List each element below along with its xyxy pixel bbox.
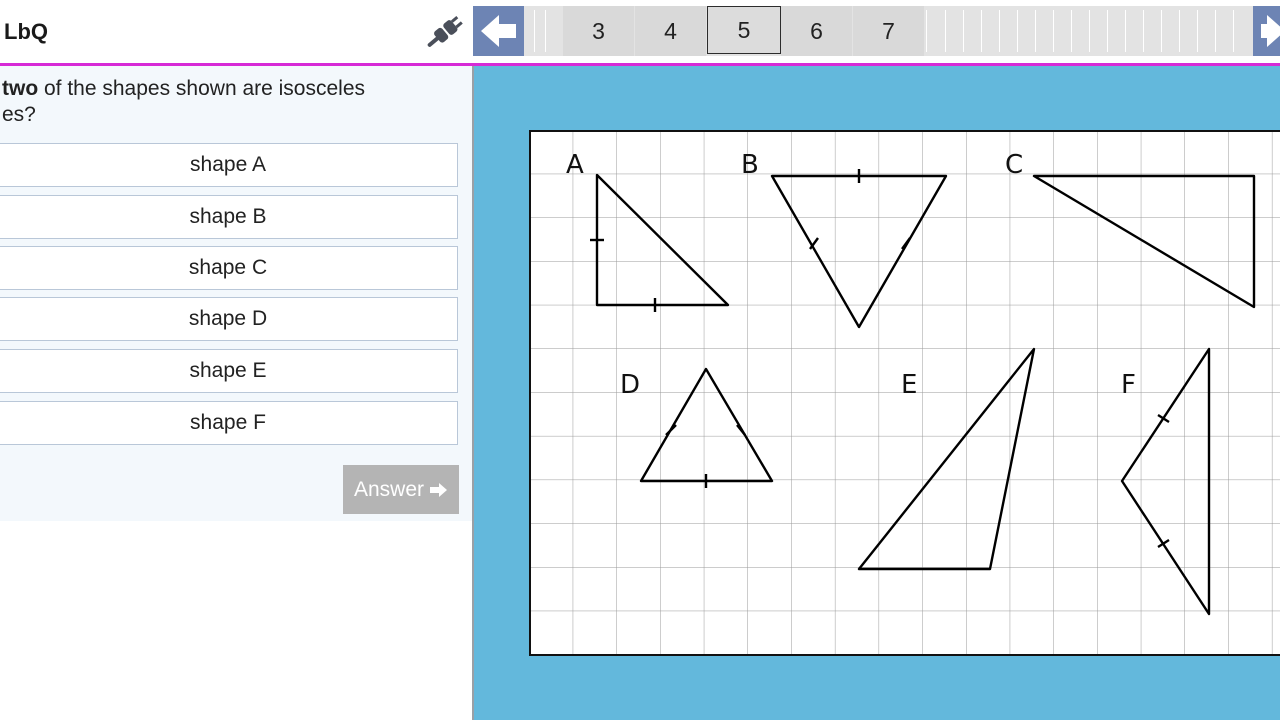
nav-divider — [1071, 10, 1072, 52]
nav-divider — [1215, 10, 1216, 52]
shape-label-d: D — [620, 370, 640, 400]
nav-divider — [1035, 10, 1036, 52]
question-line-2: es? — [2, 103, 36, 126]
answer-button[interactable]: Answer — [343, 465, 459, 514]
figure-panel: A B C D E F — [474, 66, 1280, 720]
question-emphasis: two — [2, 77, 39, 100]
nav-divider — [1125, 10, 1126, 52]
shape-label-e: E — [901, 370, 917, 400]
shape-label-a: A — [566, 150, 584, 180]
arrow-right-icon — [1261, 15, 1280, 47]
option-shape-a[interactable]: shape A — [0, 143, 458, 187]
nav-divider — [1143, 10, 1144, 52]
nav-divider — [999, 10, 1000, 52]
plug-icon[interactable] — [421, 10, 469, 54]
nav-divider — [1197, 10, 1198, 52]
next-page-button[interactable] — [1253, 6, 1280, 56]
option-shape-f[interactable]: shape F — [0, 401, 458, 445]
nav-divider — [926, 10, 927, 52]
nav-divider — [1107, 10, 1108, 52]
page-button-5-current[interactable]: 5 — [707, 6, 781, 54]
option-shape-b[interactable]: shape B — [0, 195, 458, 239]
option-shape-d[interactable]: shape D — [0, 297, 458, 341]
shape-label-b: B — [741, 150, 759, 180]
answer-button-label: Answer — [353, 477, 425, 501]
previous-page-button[interactable] — [473, 6, 524, 56]
nav-divider — [545, 10, 546, 52]
page-button-3[interactable]: 3 — [563, 6, 634, 56]
question-card: two of the shapes shown are isosceles es… — [0, 66, 472, 521]
triangle-grid-figure: A B C D E F — [529, 130, 1280, 656]
nav-divider — [534, 10, 535, 52]
arrow-left-icon — [481, 15, 516, 47]
nav-divider — [1089, 10, 1090, 52]
shape-label-f: F — [1121, 370, 1136, 400]
nav-divider — [945, 10, 946, 52]
arrow-right-icon — [430, 482, 448, 497]
question-panel: two of the shapes shown are isosceles es… — [0, 66, 472, 720]
shape-label-c: C — [1005, 150, 1023, 180]
nav-divider — [1017, 10, 1018, 52]
option-shape-e[interactable]: shape E — [0, 349, 458, 393]
nav-divider — [1233, 10, 1234, 52]
nav-divider — [1179, 10, 1180, 52]
nav-divider — [963, 10, 964, 52]
page-button-7[interactable]: 7 — [853, 6, 924, 56]
page-button-4[interactable]: 4 — [635, 6, 706, 56]
nav-divider — [1161, 10, 1162, 52]
nav-divider — [981, 10, 982, 52]
question-text: two of the shapes shown are isosceles es… — [2, 76, 442, 128]
app-title: LbQ — [4, 19, 48, 44]
page-button-6[interactable]: 6 — [781, 6, 852, 56]
option-shape-c[interactable]: shape C — [0, 246, 458, 290]
nav-divider — [1053, 10, 1054, 52]
question-line-1: of the shapes shown are isosceles — [38, 77, 366, 100]
